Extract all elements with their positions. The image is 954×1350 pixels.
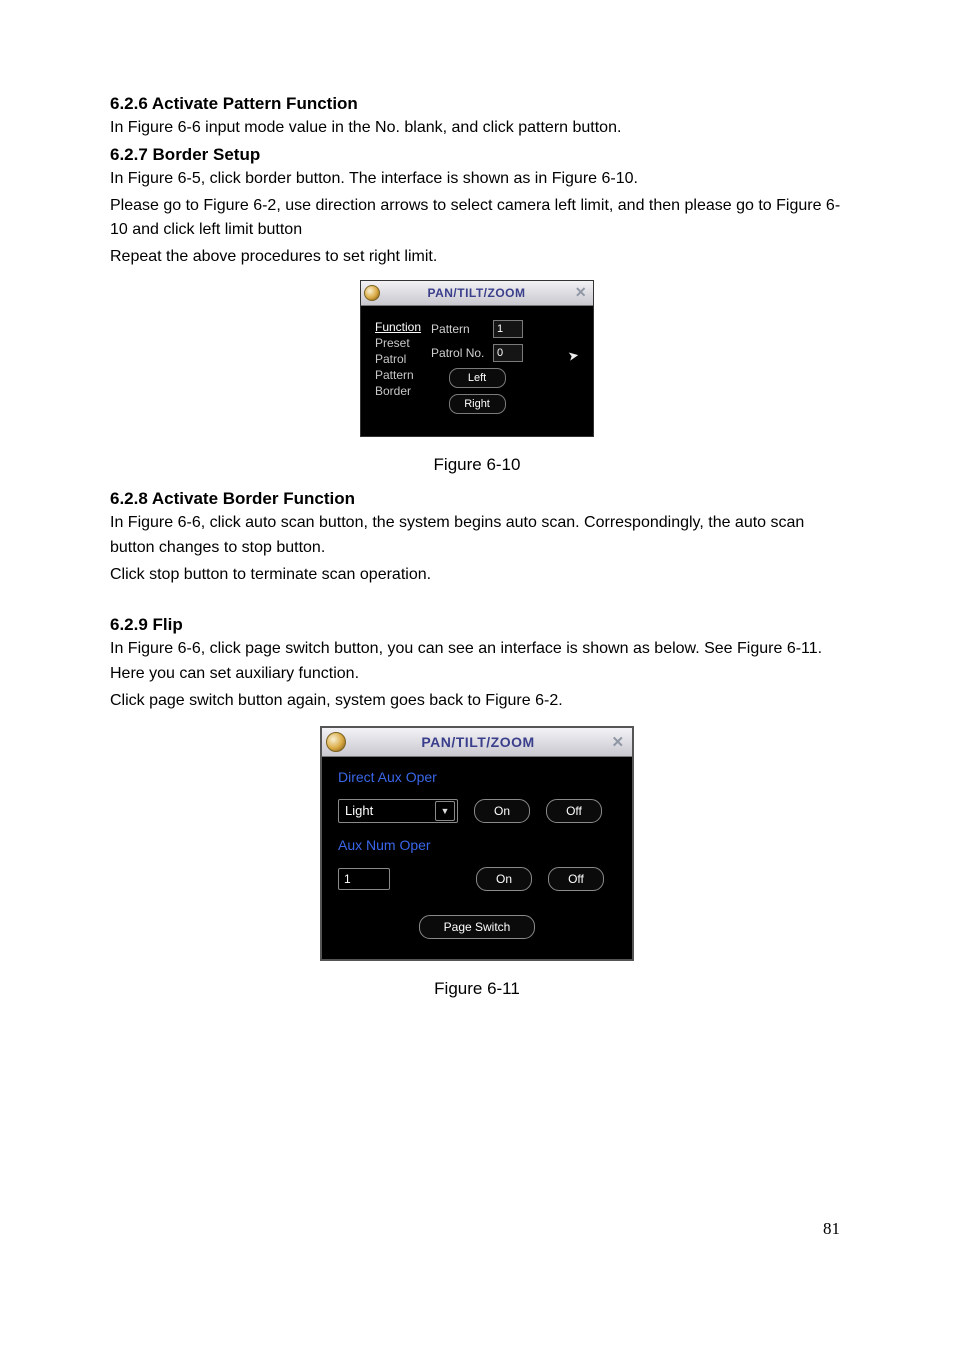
text-6-2-9-p2: Click page switch button again, system g… bbox=[110, 689, 844, 714]
patrolno-label: Patrol No. bbox=[431, 346, 489, 360]
aux-num-label: Aux Num Oper bbox=[338, 837, 616, 853]
figure-6-11-caption: Figure 6-11 bbox=[110, 979, 844, 999]
patrolno-input[interactable]: 0 bbox=[493, 344, 523, 362]
menu-patrol[interactable]: Patrol bbox=[375, 352, 421, 366]
close-icon[interactable]: ✕ bbox=[569, 284, 593, 301]
page-switch-button[interactable]: Page Switch bbox=[419, 915, 535, 939]
heading-6-2-7: 6.2.7 Border Setup bbox=[110, 145, 844, 165]
cursor-icon: ➤ bbox=[567, 347, 581, 365]
panel-icon bbox=[326, 732, 346, 752]
fig610-menu: Function Preset Patrol Pattern Border bbox=[375, 320, 421, 414]
text-6-2-7-p1: In Figure 6-5, click border button. The … bbox=[110, 167, 844, 192]
close-icon[interactable]: ✕ bbox=[604, 733, 632, 751]
menu-function[interactable]: Function bbox=[375, 320, 421, 334]
menu-border[interactable]: Border bbox=[375, 384, 421, 398]
auxnum-on-button[interactable]: On bbox=[476, 867, 532, 891]
page-number: 81 bbox=[110, 1219, 844, 1239]
heading-6-2-8: 6.2.8 Activate Border Function bbox=[110, 489, 844, 509]
heading-6-2-6: 6.2.6 Activate Pattern Function bbox=[110, 94, 844, 114]
text-6-2-9-p1: In Figure 6-6, click page switch button,… bbox=[110, 637, 844, 687]
aux-select-value: Light bbox=[345, 803, 373, 818]
chevron-down-icon[interactable]: ▼ bbox=[435, 801, 455, 821]
pattern-input[interactable]: 1 bbox=[493, 320, 523, 338]
fig611-title: PAN/TILT/ZOOM bbox=[352, 734, 604, 750]
text-6-2-8-p1: In Figure 6-6, click auto scan button, t… bbox=[110, 511, 844, 561]
text-6-2-8-p2: Click stop button to terminate scan oper… bbox=[110, 563, 844, 588]
direct-on-button[interactable]: On bbox=[474, 799, 530, 823]
panel-icon bbox=[364, 285, 380, 301]
text-6-2-7-p2: Please go to Figure 6-2, use direction a… bbox=[110, 194, 844, 244]
aux-num-input[interactable]: 1 bbox=[338, 868, 390, 890]
heading-6-2-9: 6.2.9 Flip bbox=[110, 615, 844, 635]
right-button[interactable]: Right bbox=[449, 394, 506, 414]
pattern-label: Pattern bbox=[431, 322, 489, 336]
text-6-2-6-p1: In Figure 6-6 input mode value in the No… bbox=[110, 116, 844, 141]
fig610-title: PAN/TILT/ZOOM bbox=[384, 286, 569, 300]
text-6-2-7-p3: Repeat the above procedures to set right… bbox=[110, 245, 844, 270]
left-button[interactable]: Left bbox=[449, 368, 506, 388]
figure-6-11-panel: PAN/TILT/ZOOM ✕ Direct Aux Oper Light ▼ … bbox=[320, 726, 634, 961]
menu-preset[interactable]: Preset bbox=[375, 336, 421, 350]
aux-select[interactable]: Light ▼ bbox=[338, 799, 458, 823]
auxnum-off-button[interactable]: Off bbox=[548, 867, 604, 891]
fig611-titlebar: PAN/TILT/ZOOM ✕ bbox=[322, 728, 632, 757]
figure-6-10-caption: Figure 6-10 bbox=[110, 455, 844, 475]
direct-aux-label: Direct Aux Oper bbox=[338, 769, 616, 785]
direct-off-button[interactable]: Off bbox=[546, 799, 602, 823]
menu-pattern[interactable]: Pattern bbox=[375, 368, 421, 382]
figure-6-10-panel: PAN/TILT/ZOOM ✕ Function Preset Patrol P… bbox=[360, 280, 594, 437]
fig610-titlebar: PAN/TILT/ZOOM ✕ bbox=[361, 281, 593, 306]
